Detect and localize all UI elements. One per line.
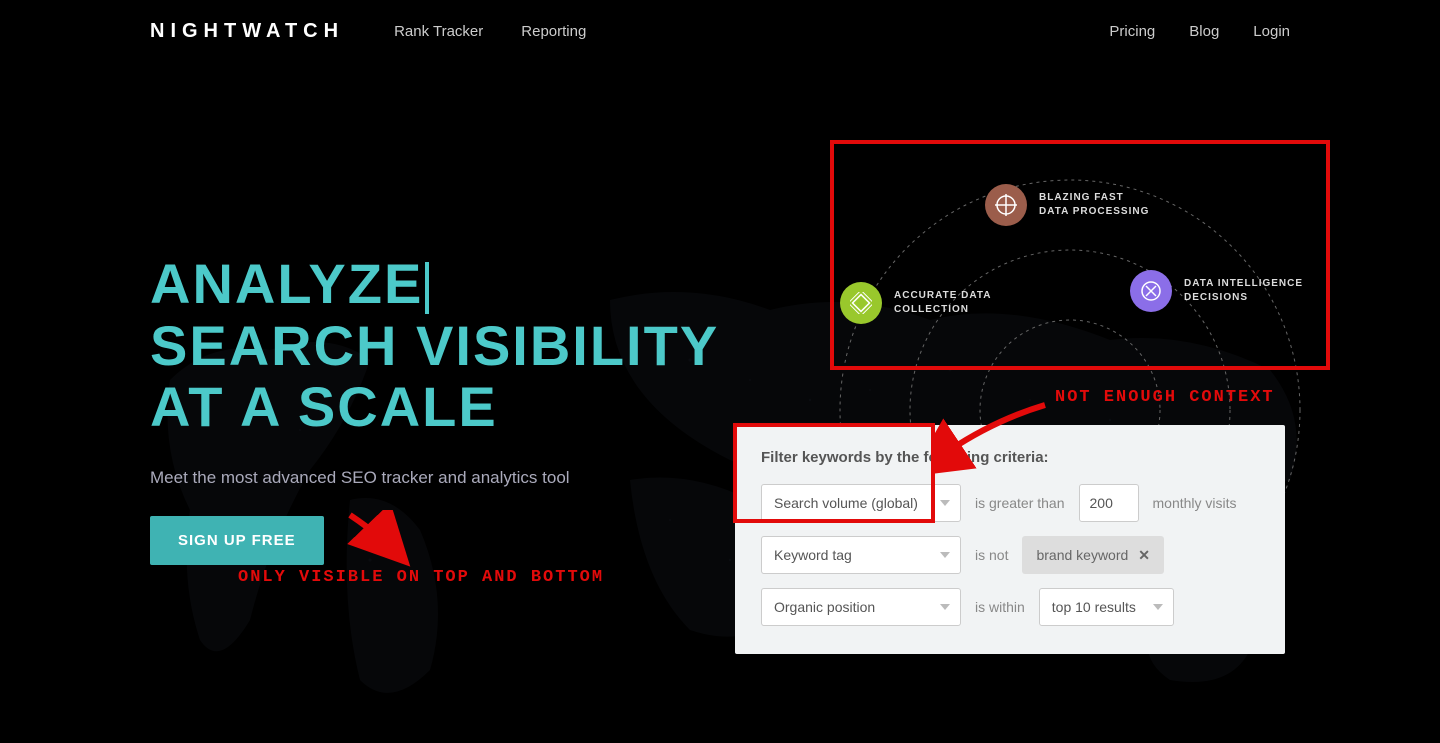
chevron-down-icon — [940, 604, 950, 610]
dropdown-value: top 10 results — [1052, 599, 1136, 615]
chevron-down-icon — [940, 500, 950, 506]
diamond-icon — [840, 282, 882, 324]
header: NIGHTWATCH Rank Tracker Reporting Pricin… — [0, 0, 1440, 63]
field-dropdown[interactable]: Organic position — [761, 588, 961, 626]
dropdown-value: Organic position — [774, 599, 875, 615]
logo[interactable]: NIGHTWATCH — [150, 20, 344, 43]
filter-row-3: Organic position is within top 10 result… — [761, 588, 1259, 626]
tag-label: brand keyword — [1036, 547, 1128, 563]
feature-radar: BLAZING FAST DATA PROCESSING ACCURATE DA… — [830, 140, 1330, 370]
feature-accurate-data: ACCURATE DATA COLLECTION — [840, 282, 991, 324]
value-input[interactable] — [1079, 484, 1139, 522]
feature-label: DATA INTELLIGENCE DECISIONS — [1184, 277, 1303, 305]
annotation-text-1: NOT ENOUGH CONTEXT — [1055, 388, 1275, 407]
field-dropdown[interactable]: Search volume (global) — [761, 484, 961, 522]
nav-blog[interactable]: Blog — [1189, 23, 1219, 40]
crosshair-icon — [985, 184, 1027, 226]
filter-row-2: Keyword tag is not brand keyword ✕ — [761, 536, 1259, 574]
remove-tag-icon[interactable]: ✕ — [1138, 547, 1150, 564]
feature-label: BLAZING FAST DATA PROCESSING — [1039, 191, 1149, 219]
operator-text: is not — [975, 547, 1008, 563]
text-cursor — [425, 262, 429, 314]
nav-rank-tracker[interactable]: Rank Tracker — [394, 23, 483, 40]
hero-line3: AT A SCALE — [150, 375, 498, 438]
signup-button[interactable]: SIGN UP FREE — [150, 516, 324, 565]
annotation-arrow-1 — [935, 395, 1055, 475]
suffix-text: monthly visits — [1153, 495, 1237, 511]
nav-login[interactable]: Login — [1253, 23, 1290, 40]
feature-label: ACCURATE DATA COLLECTION — [894, 289, 991, 317]
hero-line1: ANALYZE — [150, 252, 423, 315]
hero-line2: SEARCH VISIBILITY — [150, 314, 719, 377]
operator-text: is greater than — [975, 495, 1065, 511]
feature-data-intelligence: DATA INTELLIGENCE DECISIONS — [1130, 270, 1303, 312]
tag-chip: brand keyword ✕ — [1022, 536, 1164, 574]
annotation-arrow-2 — [340, 510, 420, 570]
chevron-down-icon — [1153, 604, 1163, 610]
filter-row-1: Search volume (global) is greater than m… — [761, 484, 1259, 522]
field-dropdown[interactable]: Keyword tag — [761, 536, 961, 574]
operator-text: is within — [975, 599, 1025, 615]
feature-blazing-fast: BLAZING FAST DATA PROCESSING — [985, 184, 1149, 226]
nav-reporting[interactable]: Reporting — [521, 23, 586, 40]
annotation-text-2: ONLY VISIBLE ON TOP AND BOTTOM — [238, 568, 604, 587]
cross-circle-icon — [1130, 270, 1172, 312]
dropdown-value: Keyword tag — [774, 547, 852, 563]
value-dropdown[interactable]: top 10 results — [1039, 588, 1174, 626]
nav-pricing[interactable]: Pricing — [1109, 23, 1155, 40]
chevron-down-icon — [940, 552, 950, 558]
dropdown-value: Search volume (global) — [774, 495, 918, 511]
